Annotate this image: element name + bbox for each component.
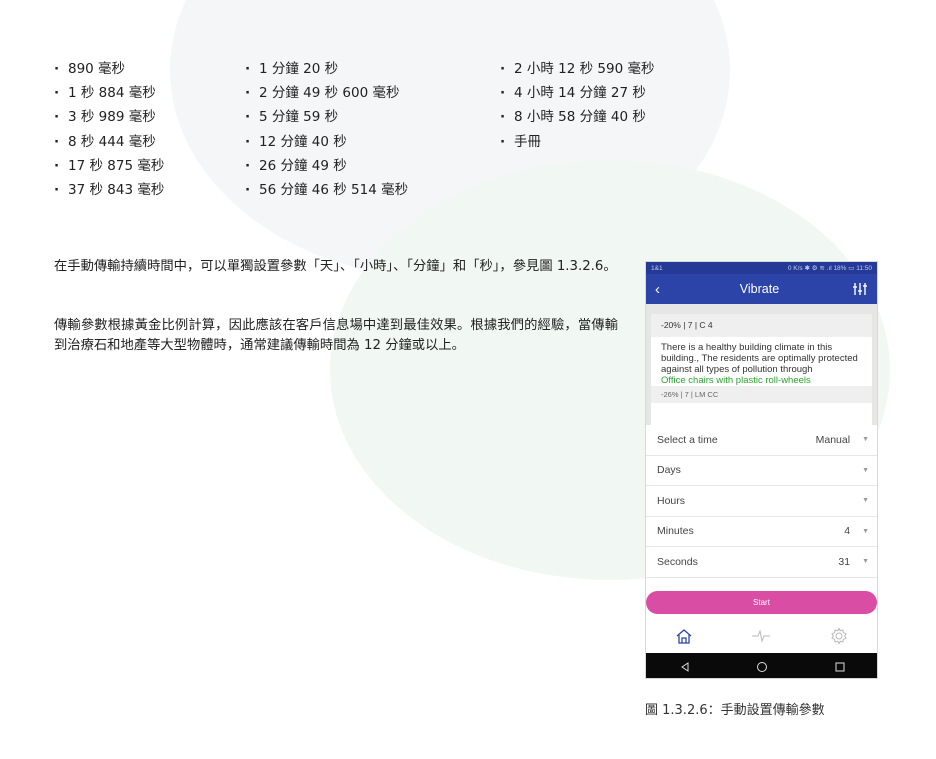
row-label: Hours: [657, 494, 686, 507]
card-header: -20% | 7 | C 4: [651, 314, 872, 337]
status-carrier: 1&1: [651, 264, 663, 272]
days-dropdown[interactable]: Days ▼: [646, 456, 877, 486]
row-label: Minutes: [657, 525, 694, 538]
list-item: 8 小時 58 分鐘 40 秒: [500, 105, 655, 129]
seconds-dropdown[interactable]: Seconds 31 ▼: [646, 547, 877, 578]
paragraph-manual-duration: 在手動傳輸持續時間中，可以單獨設置參數「天」、「小時」、「分鐘」和「秒」，參見圖…: [54, 259, 617, 274]
settings-icon[interactable]: [830, 626, 848, 645]
row-value: Manual: [815, 433, 851, 446]
list-item: 2 分鐘 49 秒 600 毫秒: [245, 81, 408, 105]
list-item: 37 秒 843 毫秒: [54, 178, 164, 202]
hours-dropdown[interactable]: Hours ▼: [646, 486, 877, 517]
row-value: 4: [844, 525, 851, 538]
row-label: Seconds: [657, 555, 698, 568]
card-next-header: -26% | 7 | LM CC: [651, 386, 872, 403]
list-item: 12 分鐘 40 秒: [245, 130, 408, 154]
caret-down-icon: ▼: [862, 436, 869, 444]
time-list-column-2: 1 分鐘 20 秒 2 分鐘 49 秒 600 毫秒 5 分鐘 59 秒 12 …: [245, 57, 408, 202]
caret-down-icon: ▼: [862, 497, 869, 505]
status-indicators: 0 K/s ✱ ⚙ ≋ .ıl 18% ▭ 11:50: [787, 265, 872, 272]
card-body: There is a healthy building climate in t…: [661, 342, 858, 375]
chevron-left-icon[interactable]: ‹: [655, 282, 667, 297]
app-bar: ‹ Vibrate: [646, 274, 877, 304]
phone-screenshot: 1&1 0 K/s ✱ ⚙ ≋ .ıl 18% ▭ 11:50 ‹ Vibrat…: [645, 261, 878, 679]
list-item: 17 秒 875 毫秒: [54, 154, 164, 178]
figure-caption: 圖 1.3.2.6：手動設置傳輸參數: [645, 703, 825, 718]
caret-down-icon: ▼: [862, 558, 869, 566]
equalizer-icon[interactable]: [852, 282, 868, 296]
paragraph-golden-ratio: 傳輸參數根據黃金比例計算，因此應該在客戶信息場中達到最佳效果。根據我們的經驗，當…: [54, 318, 618, 353]
recents-icon[interactable]: [834, 661, 846, 673]
card-highlight: Office chairs with plastic roll-wheels: [661, 375, 811, 386]
bottom-nav: [646, 620, 877, 651]
time-list-column-1: 890 毫秒 1 秒 884 毫秒 3 秒 989 毫秒 8 秒 444 毫秒 …: [54, 57, 164, 202]
status-bar: 1&1 0 K/s ✱ ⚙ ≋ .ıl 18% ▭ 11:50: [646, 262, 877, 274]
row-label: Days: [657, 464, 681, 477]
list-item: 1 分鐘 20 秒: [245, 57, 408, 81]
system-nav-bar: [646, 653, 877, 678]
list-item: 1 秒 884 毫秒: [54, 81, 164, 105]
list-item: 2 小時 12 秒 590 毫秒: [500, 57, 655, 81]
row-value: 31: [838, 555, 851, 568]
app-title: Vibrate: [739, 282, 780, 296]
list-item: 3 秒 989 毫秒: [54, 105, 164, 129]
list-item: 890 毫秒: [54, 57, 164, 81]
list-item: 手冊: [500, 130, 655, 154]
row-label: Select a time: [657, 433, 718, 446]
back-icon[interactable]: [679, 661, 691, 673]
info-card[interactable]: -20% | 7 | C 4 There is a healthy buildi…: [651, 314, 872, 425]
list-item: 5 分鐘 59 秒: [245, 105, 408, 129]
home-icon[interactable]: [675, 628, 693, 644]
list-item: 56 分鐘 46 秒 514 毫秒: [245, 178, 408, 202]
time-list-column-3: 2 小時 12 秒 590 毫秒 4 小時 14 分鐘 27 秒 8 小時 58…: [500, 57, 655, 154]
caret-down-icon: ▼: [862, 527, 869, 535]
list-item: 4 小時 14 分鐘 27 秒: [500, 81, 655, 105]
start-button[interactable]: Start: [646, 591, 877, 614]
list-item: 8 秒 444 毫秒: [54, 130, 164, 154]
list-item: 26 分鐘 49 秒: [245, 154, 408, 178]
pulse-icon[interactable]: [751, 628, 771, 643]
caret-down-icon: ▼: [862, 466, 869, 474]
select-time-dropdown[interactable]: Select a time Manual ▼: [646, 425, 877, 456]
home-circle-icon[interactable]: [756, 661, 768, 673]
minutes-dropdown[interactable]: Minutes 4 ▼: [646, 517, 877, 547]
card-area: -20% | 7 | C 4 There is a healthy buildi…: [646, 304, 877, 425]
